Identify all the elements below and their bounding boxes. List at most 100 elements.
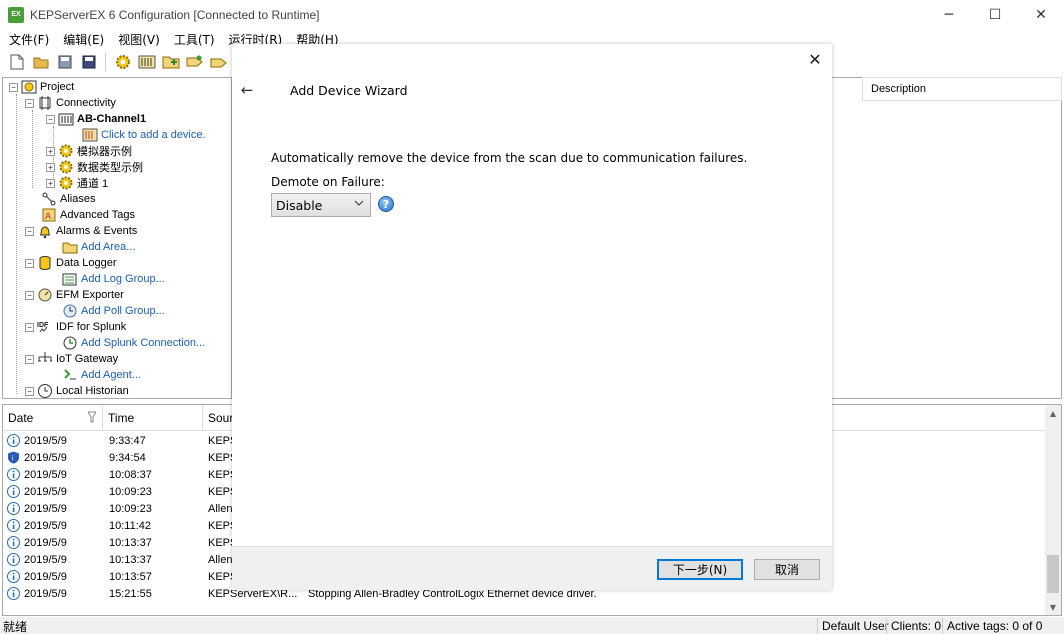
tree-item-add-area[interactable]: Add Area... [62, 239, 135, 255]
tree-label: 数据类型示例 [77, 162, 143, 174]
save-as-icon[interactable] [78, 52, 99, 72]
new-channel-gear-icon[interactable] [112, 52, 133, 72]
tree-item-add-splunk[interactable]: Add Splunk Connection... [62, 335, 205, 351]
log-time: 15:21:55 [109, 587, 152, 600]
tree-item-add-log-group[interactable]: Add Log Group... [62, 271, 165, 287]
menu-tools[interactable]: 工具(T) [167, 31, 222, 48]
open-folder-icon[interactable] [30, 52, 51, 72]
tree-item-data-logger[interactable]: − Data Logger [25, 255, 117, 271]
scroll-down-arrow-icon[interactable]: ▼ [1045, 599, 1061, 615]
back-arrow-icon[interactable]: ← [238, 81, 256, 99]
add-device-icon [82, 127, 98, 143]
tree-item-add-agent[interactable]: Add Agent... [62, 367, 141, 383]
tree-item-idf-splunk[interactable]: − IDF IDF for Splunk [25, 319, 126, 335]
scroll-up-arrow-icon[interactable]: ▲ [1045, 405, 1061, 421]
expand-toggle[interactable]: + [46, 178, 55, 188]
maximize-button[interactable]: ☐ [972, 0, 1018, 29]
collapse-toggle[interactable]: − [25, 98, 34, 108]
cancel-button[interactable]: 取消 [754, 559, 820, 580]
tree-item-alarms[interactable]: − Alarms & Events [25, 223, 137, 239]
info-icon [7, 466, 20, 483]
log-time: 10:08:37 [109, 468, 152, 481]
bulk-tag-icon[interactable] [208, 52, 229, 72]
tree-label: Add Area... [81, 241, 136, 253]
collapse-toggle[interactable]: − [25, 322, 34, 332]
idf-icon: IDF [37, 319, 53, 335]
collapse-toggle[interactable]: − [25, 226, 34, 236]
log-date: 2019/5/9 [24, 451, 67, 464]
tree-item-ab-channel[interactable]: − AB-Channel1 [46, 111, 146, 127]
tree-item-advanced-tags[interactable]: A Advanced Tags [41, 207, 135, 223]
alias-icon [41, 191, 57, 207]
demote-on-failure-label: Demote on Failure: [271, 175, 385, 189]
add-agent-icon [62, 367, 78, 383]
tree-item-connectivity[interactable]: − Connectivity [25, 95, 116, 111]
demote-on-failure-select[interactable]: Disable [271, 193, 371, 217]
tree-label: 通道 1 [77, 178, 109, 190]
new-project-icon[interactable] [6, 52, 27, 72]
log-time: 10:09:23 [109, 502, 152, 515]
tree-item-simulator[interactable]: + 模拟器示例 [46, 143, 132, 159]
tree-item-add-poll-group[interactable]: Add Poll Group... [62, 303, 165, 319]
vertical-scrollbar[interactable]: ▲ ▼ [1045, 405, 1061, 615]
tree-item-add-device[interactable]: Click to add a device. [82, 127, 206, 143]
collapse-toggle[interactable]: − [9, 82, 18, 92]
expand-toggle[interactable]: + [46, 146, 55, 156]
tree-item-project[interactable]: − Project [9, 79, 74, 95]
tree-item-local-historian[interactable]: − Local Historian [25, 383, 129, 398]
app-logo-icon: EX [8, 6, 24, 23]
menu-edit[interactable]: 编辑(E) [56, 31, 111, 48]
column-header-date[interactable]: Date [3, 405, 103, 431]
log-date: 2019/5/9 [24, 468, 67, 481]
add-area-icon [62, 239, 78, 255]
status-active-tags: Active tags: 0 of 0 [942, 618, 1046, 634]
detail-view [832, 77, 1062, 399]
filter-icon[interactable] [87, 411, 97, 426]
tree-item-datatypes[interactable]: + 数据类型示例 [46, 159, 143, 175]
add-poll-group-icon [62, 303, 78, 319]
tree-item-aliases[interactable]: Aliases [41, 191, 95, 207]
add-device-wizard: ✕ ← Add Device Wizard Automatically remo… [232, 44, 832, 590]
log-date: 2019/5/9 [24, 485, 67, 498]
menu-view[interactable]: 视图(V) [111, 31, 167, 48]
tree-item-efm[interactable]: − EFM Exporter [25, 287, 124, 303]
scroll-thumb[interactable] [1047, 555, 1059, 593]
expand-toggle[interactable]: + [46, 162, 55, 172]
collapse-toggle[interactable]: − [25, 386, 34, 396]
new-tag-group-icon[interactable] [160, 52, 181, 72]
tree-label: Click to add a device. [101, 129, 206, 141]
collapse-toggle[interactable]: − [25, 258, 34, 268]
collapse-toggle[interactable]: − [25, 354, 34, 364]
log-date: 2019/5/9 [24, 519, 67, 532]
log-date: 2019/5/9 [24, 587, 67, 600]
info-icon [7, 432, 20, 449]
tree-label: 模拟器示例 [77, 146, 132, 158]
menu-file[interactable]: 文件(F) [2, 31, 56, 48]
info-icon [7, 517, 20, 534]
new-tag-icon[interactable] [184, 52, 205, 72]
gear-icon [58, 175, 74, 191]
collapse-toggle[interactable]: − [25, 290, 34, 300]
add-log-group-icon [62, 271, 78, 287]
gear-icon [58, 159, 74, 175]
tree-label: Alarms & Events [56, 225, 138, 237]
tree-label: IoT Gateway [56, 353, 119, 365]
help-icon[interactable]: ? [378, 196, 394, 212]
new-device-icon[interactable] [136, 52, 157, 72]
save-icon[interactable] [54, 52, 75, 72]
next-button[interactable]: 下一步(N) [657, 559, 743, 580]
tree-label: Project [40, 81, 75, 93]
window-controls: ─ ☐ ✕ [926, 0, 1064, 29]
close-icon[interactable]: ✕ [806, 50, 824, 69]
tree-item-channel1[interactable]: + 通道 1 [46, 175, 108, 191]
connectivity-icon [37, 95, 53, 111]
log-time: 9:33:47 [109, 434, 146, 447]
column-header-time[interactable]: Time [103, 405, 203, 431]
collapse-toggle[interactable]: − [46, 114, 55, 124]
tree-label: Add Splunk Connection... [81, 337, 206, 349]
minimize-button[interactable]: ─ [926, 0, 972, 29]
status-user: Default User [817, 618, 893, 634]
close-button[interactable]: ✕ [1018, 0, 1064, 29]
column-header-description[interactable]: Description [862, 77, 1062, 101]
tree-item-iot-gateway[interactable]: − IoT Gateway [25, 351, 118, 367]
